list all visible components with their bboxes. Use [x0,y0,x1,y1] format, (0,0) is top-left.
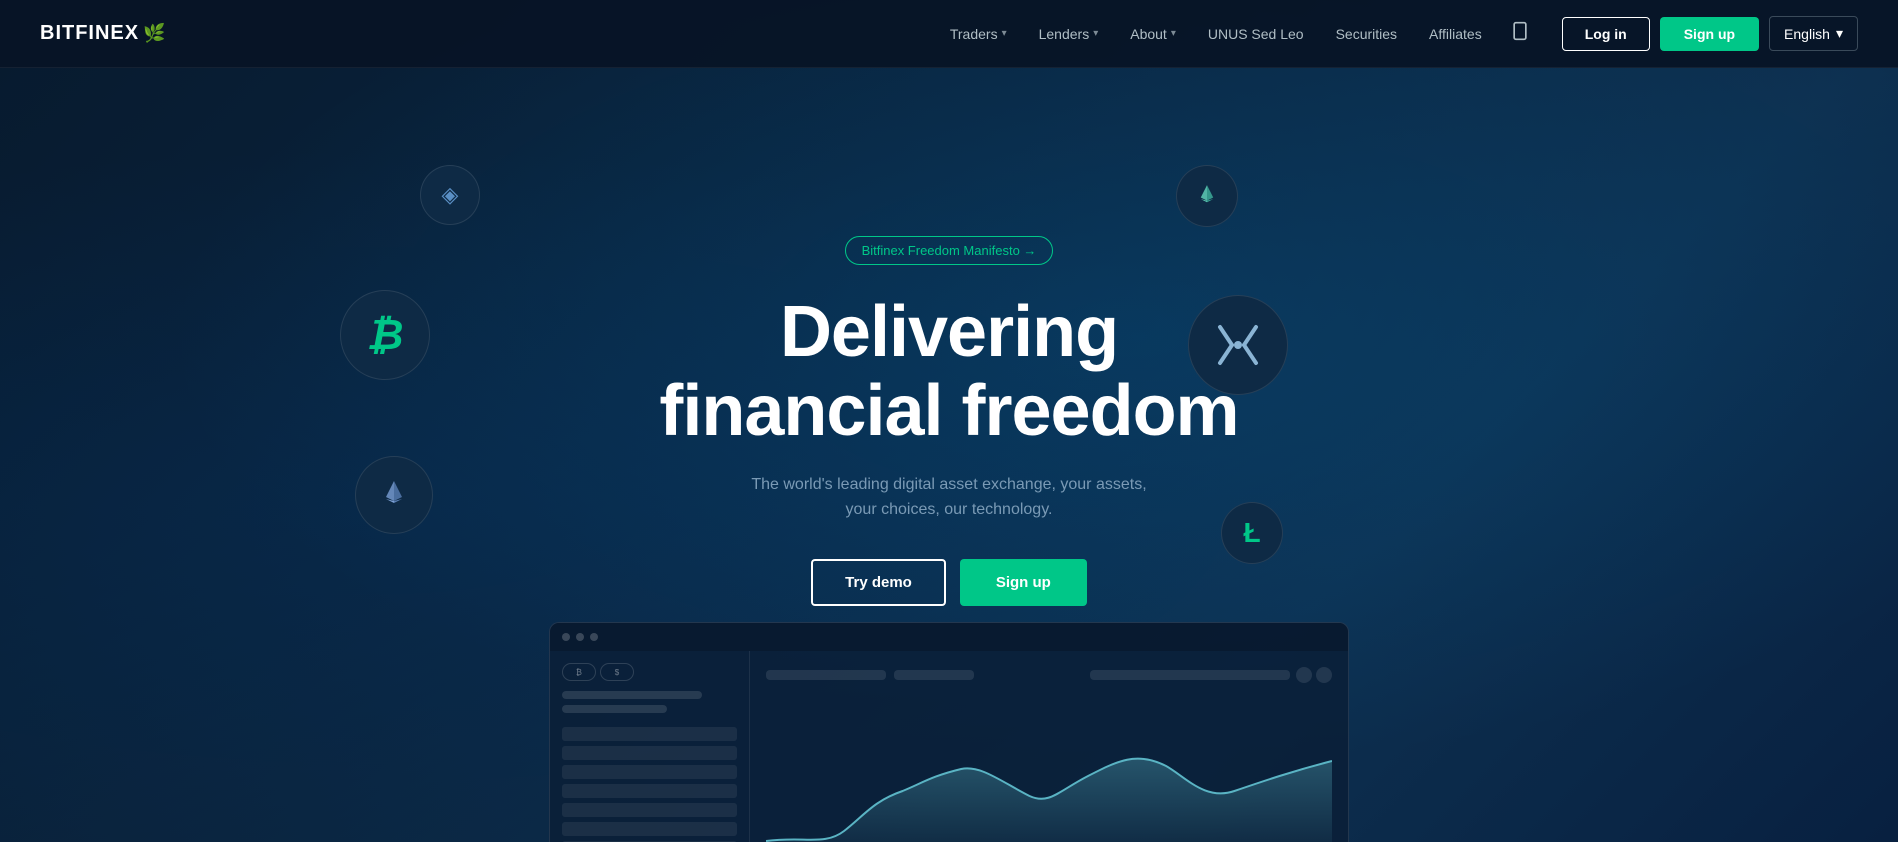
dash-bar-1 [562,691,702,699]
dash-top-bar [894,670,974,680]
nav-item-securities[interactable]: Securities [1324,18,1409,50]
titlebar-dot-2 [576,633,584,641]
nav-links: Traders ▾ Lenders ▾ About ▾ UNUS Sed Leo… [938,13,1538,54]
hero-title-line2: financial freedom [659,371,1238,451]
dash-bar-2 [562,705,667,713]
dash-table-row [562,803,737,817]
logo[interactable]: BITFINEX 🌿 [40,22,166,45]
coin-icon-eth2 [1176,165,1238,227]
dashboard-mockup: ₿ $ [549,622,1349,842]
navbar: BITFINEX 🌿 Traders ▾ Lenders ▾ About ▾ U… [0,0,1898,68]
chevron-down-icon: ▾ [1836,25,1843,42]
ltc-symbol-icon: Ł [1243,517,1260,549]
language-label: English [1784,26,1830,42]
btc-symbol-icon: ₿ [367,311,404,359]
dashboard-titlebar [550,623,1348,651]
nav-item-traders[interactable]: Traders ▾ [938,18,1019,50]
dashboard-body: ₿ $ [550,651,1348,842]
manifesto-badge[interactable]: Bitfinex Freedom Manifesto → [845,236,1054,265]
ethereum2-icon [1193,182,1221,210]
chart-area [766,721,1332,842]
chevron-down-icon: ▾ [1002,28,1007,39]
nav-item-affiliates[interactable]: Affiliates [1417,18,1494,50]
btc-tab[interactable]: ₿ [562,663,596,681]
logo-text: BITFINEX [40,22,139,45]
hero-buttons: Try demo Sign up [659,559,1238,606]
nav-item-lenders[interactable]: Lenders ▾ [1027,18,1111,50]
hero-title-line1: Delivering [780,292,1118,372]
dash-table-row [562,727,737,741]
titlebar-dot-1 [562,633,570,641]
chevron-down-icon: ▾ [1093,28,1098,39]
dash-table-row [562,765,737,779]
chevron-down-icon: ▾ [1171,28,1176,39]
diamond-symbol-icon: ◈ [442,182,459,208]
dashboard-tabs: ₿ $ [562,663,737,681]
dash-table-row [562,784,737,798]
signup-nav-button[interactable]: Sign up [1660,17,1759,51]
hero-subtitle: The world's leading digital asset exchan… [739,472,1159,523]
dash-top-bar [1090,670,1290,680]
nav-item-unus[interactable]: UNUS Sed Leo [1196,18,1316,50]
dash-control-btn[interactable] [1296,667,1312,683]
hero-title: Delivering financial freedom [659,293,1238,451]
ethereum-icon [376,477,412,513]
manifesto-badge-text: Bitfinex Freedom Manifesto → [862,243,1037,258]
login-button[interactable]: Log in [1562,17,1650,51]
logo-leaf-icon: 🌿 [143,23,165,44]
language-button[interactable]: English ▾ [1769,16,1858,51]
coin-icon-eth [355,456,433,534]
coin-icon-btc: ₿ [340,290,430,380]
usd-tab[interactable]: $ [600,663,634,681]
titlebar-dot-3 [590,633,598,641]
nav-actions: Log in Sign up English ▾ [1562,16,1858,51]
signup-hero-button[interactable]: Sign up [960,559,1087,606]
dashboard-left-panel: ₿ $ [550,651,750,842]
hero-content: Bitfinex Freedom Manifesto → Delivering … [659,236,1238,606]
price-chart [766,721,1332,842]
mobile-icon[interactable] [1502,13,1538,54]
hero-section: ◈ ₿ Ł Bitfinex [0,0,1898,842]
nav-item-about[interactable]: About ▾ [1118,18,1188,50]
dash-table-row [562,822,737,836]
dash-top-bar [766,670,886,680]
dash-table-row [562,746,737,760]
dashboard-right-panel [750,651,1348,842]
dashboard-top-bars [766,667,1332,683]
try-demo-button[interactable]: Try demo [811,559,946,606]
dash-control-btn[interactable] [1316,667,1332,683]
coin-icon-diamond: ◈ [420,165,480,225]
